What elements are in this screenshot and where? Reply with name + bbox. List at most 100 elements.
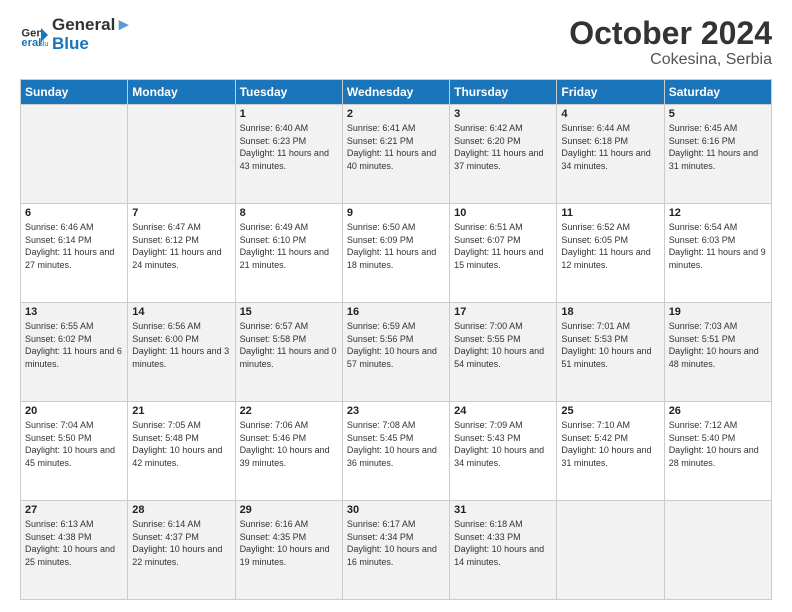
day-info: Sunrise: 6:14 AMSunset: 4:37 PMDaylight:…	[132, 518, 230, 568]
day-info: Sunrise: 6:52 AMSunset: 6:05 PMDaylight:…	[561, 221, 659, 271]
table-row: 3Sunrise: 6:42 AMSunset: 6:20 PMDaylight…	[450, 105, 557, 204]
day-info: Sunrise: 7:08 AMSunset: 5:45 PMDaylight:…	[347, 419, 445, 469]
day-number: 28	[132, 504, 230, 516]
day-number: 12	[669, 207, 767, 219]
day-number: 27	[25, 504, 123, 516]
day-number: 20	[25, 405, 123, 417]
day-number: 26	[669, 405, 767, 417]
table-row: 5 Sunrise: 6:45 AMSunset: 6:16 PMDaylight…	[664, 105, 771, 204]
location-title: Cokesina, Serbia	[569, 51, 772, 69]
day-number: 2	[347, 108, 445, 120]
calendar-header-row: Sunday Monday Tuesday Wednesday Thursday…	[21, 80, 772, 105]
day-info: Sunrise: 7:00 AMSunset: 5:55 PMDaylight:…	[454, 320, 552, 370]
day-number: 14	[132, 306, 230, 318]
day-number: 10	[454, 207, 552, 219]
table-row: 12 Sunrise: 6:54 AMSunset: 6:03 PMDayligh…	[664, 204, 771, 303]
day-number: 22	[240, 405, 338, 417]
day-info: Sunrise: 7:05 AMSunset: 5:48 PMDaylight:…	[132, 419, 230, 469]
day-info: Sunrise: 6:57 AMSunset: 5:58 PMDaylight:…	[240, 320, 338, 370]
month-title: October 2024	[569, 16, 772, 51]
table-row	[21, 105, 128, 204]
table-row: 11 Sunrise: 6:52 AMSunset: 6:05 PMDayligh…	[557, 204, 664, 303]
table-row: 29Sunrise: 6:16 AMSunset: 4:35 PMDayligh…	[235, 501, 342, 600]
svg-text:Blue: Blue	[38, 41, 48, 48]
day-number: 3	[454, 108, 552, 120]
day-info: Sunrise: 6:41 AMSunset: 6:21 PMDaylight:…	[347, 122, 445, 172]
table-row: 25Sunrise: 7:10 AMSunset: 5:42 PMDayligh…	[557, 402, 664, 501]
day-number: 13	[25, 306, 123, 318]
day-number: 9	[347, 207, 445, 219]
day-number: 5	[669, 108, 767, 120]
day-number: 18	[561, 306, 659, 318]
day-info: Sunrise: 7:01 AMSunset: 5:53 PMDaylight:…	[561, 320, 659, 370]
table-row: 14 Sunrise: 6:56 AMSunset: 6:00 PMDayligh…	[128, 303, 235, 402]
table-row: 16 Sunrise: 6:59 AMSunset: 5:56 PMDayligh…	[342, 303, 449, 402]
calendar-table: Sunday Monday Tuesday Wednesday Thursday…	[20, 79, 772, 600]
col-tuesday: Tuesday	[235, 80, 342, 105]
day-number: 7	[132, 207, 230, 219]
table-row: 26 Sunrise: 7:12 AMSunset: 5:40 PMDayligh…	[664, 402, 771, 501]
col-thursday: Thursday	[450, 80, 557, 105]
day-info: Sunrise: 6:45 AMSunset: 6:16 PMDaylight:…	[669, 122, 767, 172]
calendar-week-row: 1Sunrise: 6:40 AMSunset: 6:23 PMDaylight…	[21, 105, 772, 204]
day-number: 6	[25, 207, 123, 219]
day-info: Sunrise: 7:12 AMSunset: 5:40 PMDaylight:…	[669, 419, 767, 469]
day-number: 16	[347, 306, 445, 318]
day-info: Sunrise: 7:09 AMSunset: 5:43 PMDaylight:…	[454, 419, 552, 469]
table-row: 15Sunrise: 6:57 AMSunset: 5:58 PMDayligh…	[235, 303, 342, 402]
logo-icon: Gen eral Blue	[20, 21, 48, 49]
logo: Gen eral Blue General► Blue	[20, 16, 132, 53]
table-row: 2 Sunrise: 6:41 AMSunset: 6:21 PMDaylight…	[342, 105, 449, 204]
table-row: 31 Sunrise: 6:18 AMSunset: 4:33 PMDayligh…	[450, 501, 557, 600]
table-row: 7 Sunrise: 6:47 AMSunset: 6:12 PMDaylight…	[128, 204, 235, 303]
day-info: Sunrise: 6:18 AMSunset: 4:33 PMDaylight:…	[454, 518, 552, 568]
calendar-week-row: 6 Sunrise: 6:46 AMSunset: 6:14 PMDaylight…	[21, 204, 772, 303]
table-row: 27 Sunrise: 6:13 AMSunset: 4:38 PMDayligh…	[21, 501, 128, 600]
day-info: Sunrise: 6:47 AMSunset: 6:12 PMDaylight:…	[132, 221, 230, 271]
day-number: 31	[454, 504, 552, 516]
table-row: 4 Sunrise: 6:44 AMSunset: 6:18 PMDaylight…	[557, 105, 664, 204]
title-block: October 2024 Cokesina, Serbia	[569, 16, 772, 69]
day-number: 30	[347, 504, 445, 516]
day-info: Sunrise: 6:44 AMSunset: 6:18 PMDaylight:…	[561, 122, 659, 172]
logo-general: General►	[52, 16, 132, 35]
table-row: 19Sunrise: 7:03 AMSunset: 5:51 PMDayligh…	[664, 303, 771, 402]
col-friday: Friday	[557, 80, 664, 105]
table-row: 30 Sunrise: 6:17 AMSunset: 4:34 PMDayligh…	[342, 501, 449, 600]
table-row: 9 Sunrise: 6:50 AMSunset: 6:09 PMDaylight…	[342, 204, 449, 303]
col-saturday: Saturday	[664, 80, 771, 105]
day-info: Sunrise: 6:54 AMSunset: 6:03 PMDaylight:…	[669, 221, 767, 271]
day-info: Sunrise: 6:56 AMSunset: 6:00 PMDaylight:…	[132, 320, 230, 370]
table-row: 28 Sunrise: 6:14 AMSunset: 4:37 PMDayligh…	[128, 501, 235, 600]
day-number: 11	[561, 207, 659, 219]
day-info: Sunrise: 6:50 AMSunset: 6:09 PMDaylight:…	[347, 221, 445, 271]
table-row	[128, 105, 235, 204]
col-wednesday: Wednesday	[342, 80, 449, 105]
table-row: 20 Sunrise: 7:04 AMSunset: 5:50 PMDayligh…	[21, 402, 128, 501]
day-number: 24	[454, 405, 552, 417]
day-number: 8	[240, 207, 338, 219]
day-info: Sunrise: 7:04 AMSunset: 5:50 PMDaylight:…	[25, 419, 123, 469]
table-row: 24 Sunrise: 7:09 AMSunset: 5:43 PMDayligh…	[450, 402, 557, 501]
table-row: 18 Sunrise: 7:01 AMSunset: 5:53 PMDayligh…	[557, 303, 664, 402]
table-row: 17 Sunrise: 7:00 AMSunset: 5:55 PMDayligh…	[450, 303, 557, 402]
col-sunday: Sunday	[21, 80, 128, 105]
page-header: Gen eral Blue General► Blue October 2024…	[20, 16, 772, 69]
day-info: Sunrise: 6:51 AMSunset: 6:07 PMDaylight:…	[454, 221, 552, 271]
day-number: 1	[240, 108, 338, 120]
day-info: Sunrise: 6:17 AMSunset: 4:34 PMDaylight:…	[347, 518, 445, 568]
table-row: 21 Sunrise: 7:05 AMSunset: 5:48 PMDayligh…	[128, 402, 235, 501]
day-number: 21	[132, 405, 230, 417]
calendar-week-row: 13Sunrise: 6:55 AMSunset: 6:02 PMDayligh…	[21, 303, 772, 402]
day-info: Sunrise: 6:13 AMSunset: 4:38 PMDaylight:…	[25, 518, 123, 568]
table-row: 1Sunrise: 6:40 AMSunset: 6:23 PMDaylight…	[235, 105, 342, 204]
day-info: Sunrise: 6:49 AMSunset: 6:10 PMDaylight:…	[240, 221, 338, 271]
day-info: Sunrise: 6:46 AMSunset: 6:14 PMDaylight:…	[25, 221, 123, 271]
day-number: 4	[561, 108, 659, 120]
table-row	[664, 501, 771, 600]
table-row: 6 Sunrise: 6:46 AMSunset: 6:14 PMDaylight…	[21, 204, 128, 303]
day-number: 17	[454, 306, 552, 318]
day-number: 25	[561, 405, 659, 417]
day-info: Sunrise: 6:59 AMSunset: 5:56 PMDaylight:…	[347, 320, 445, 370]
table-row	[557, 501, 664, 600]
